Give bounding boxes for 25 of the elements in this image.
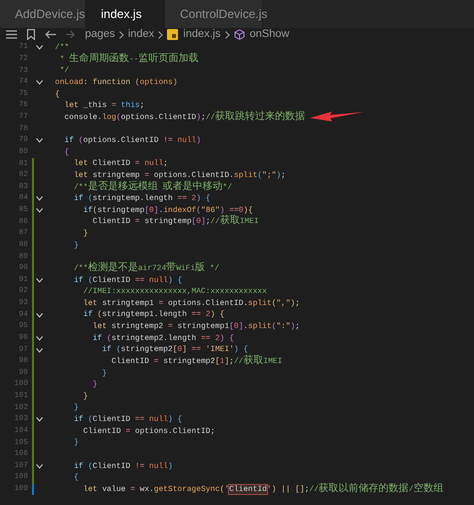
chevron-icon — [158, 30, 164, 38]
breadcrumb-item[interactable]: index — [128, 28, 154, 41]
chevron-icon[interactable] — [36, 464, 42, 469]
back-arrow-icon[interactable] — [45, 30, 56, 39]
chevron-icon[interactable] — [36, 80, 42, 86]
chevron-icon[interactable] — [36, 278, 42, 283]
chevron-icon[interactable] — [36, 196, 42, 202]
breadcrumb-item[interactable]: pages — [85, 28, 115, 41]
chevron-icon[interactable] — [36, 417, 42, 422]
chevron-icon — [224, 30, 230, 38]
list-icon[interactable] — [6, 30, 17, 39]
chevron-icon[interactable] — [36, 45, 42, 50]
bookmark-icon[interactable] — [27, 29, 35, 40]
file-tab[interactable]: index.js — [86, 0, 165, 28]
breadcrumb-item[interactable]: index.js — [183, 28, 221, 41]
javascript-file-icon — [167, 29, 178, 40]
chevron-icon[interactable] — [36, 208, 42, 214]
breadcrumb-item[interactable]: onShow — [250, 28, 290, 41]
chevron-icon[interactable] — [36, 138, 42, 144]
cube-icon — [234, 29, 245, 40]
chevron-icon — [118, 30, 124, 38]
file-tab[interactable]: AddDevice.js — [0, 0, 86, 28]
chevron-icon[interactable] — [36, 312, 42, 318]
chevron-icon[interactable] — [36, 336, 42, 341]
chevron-icon[interactable] — [36, 348, 42, 353]
